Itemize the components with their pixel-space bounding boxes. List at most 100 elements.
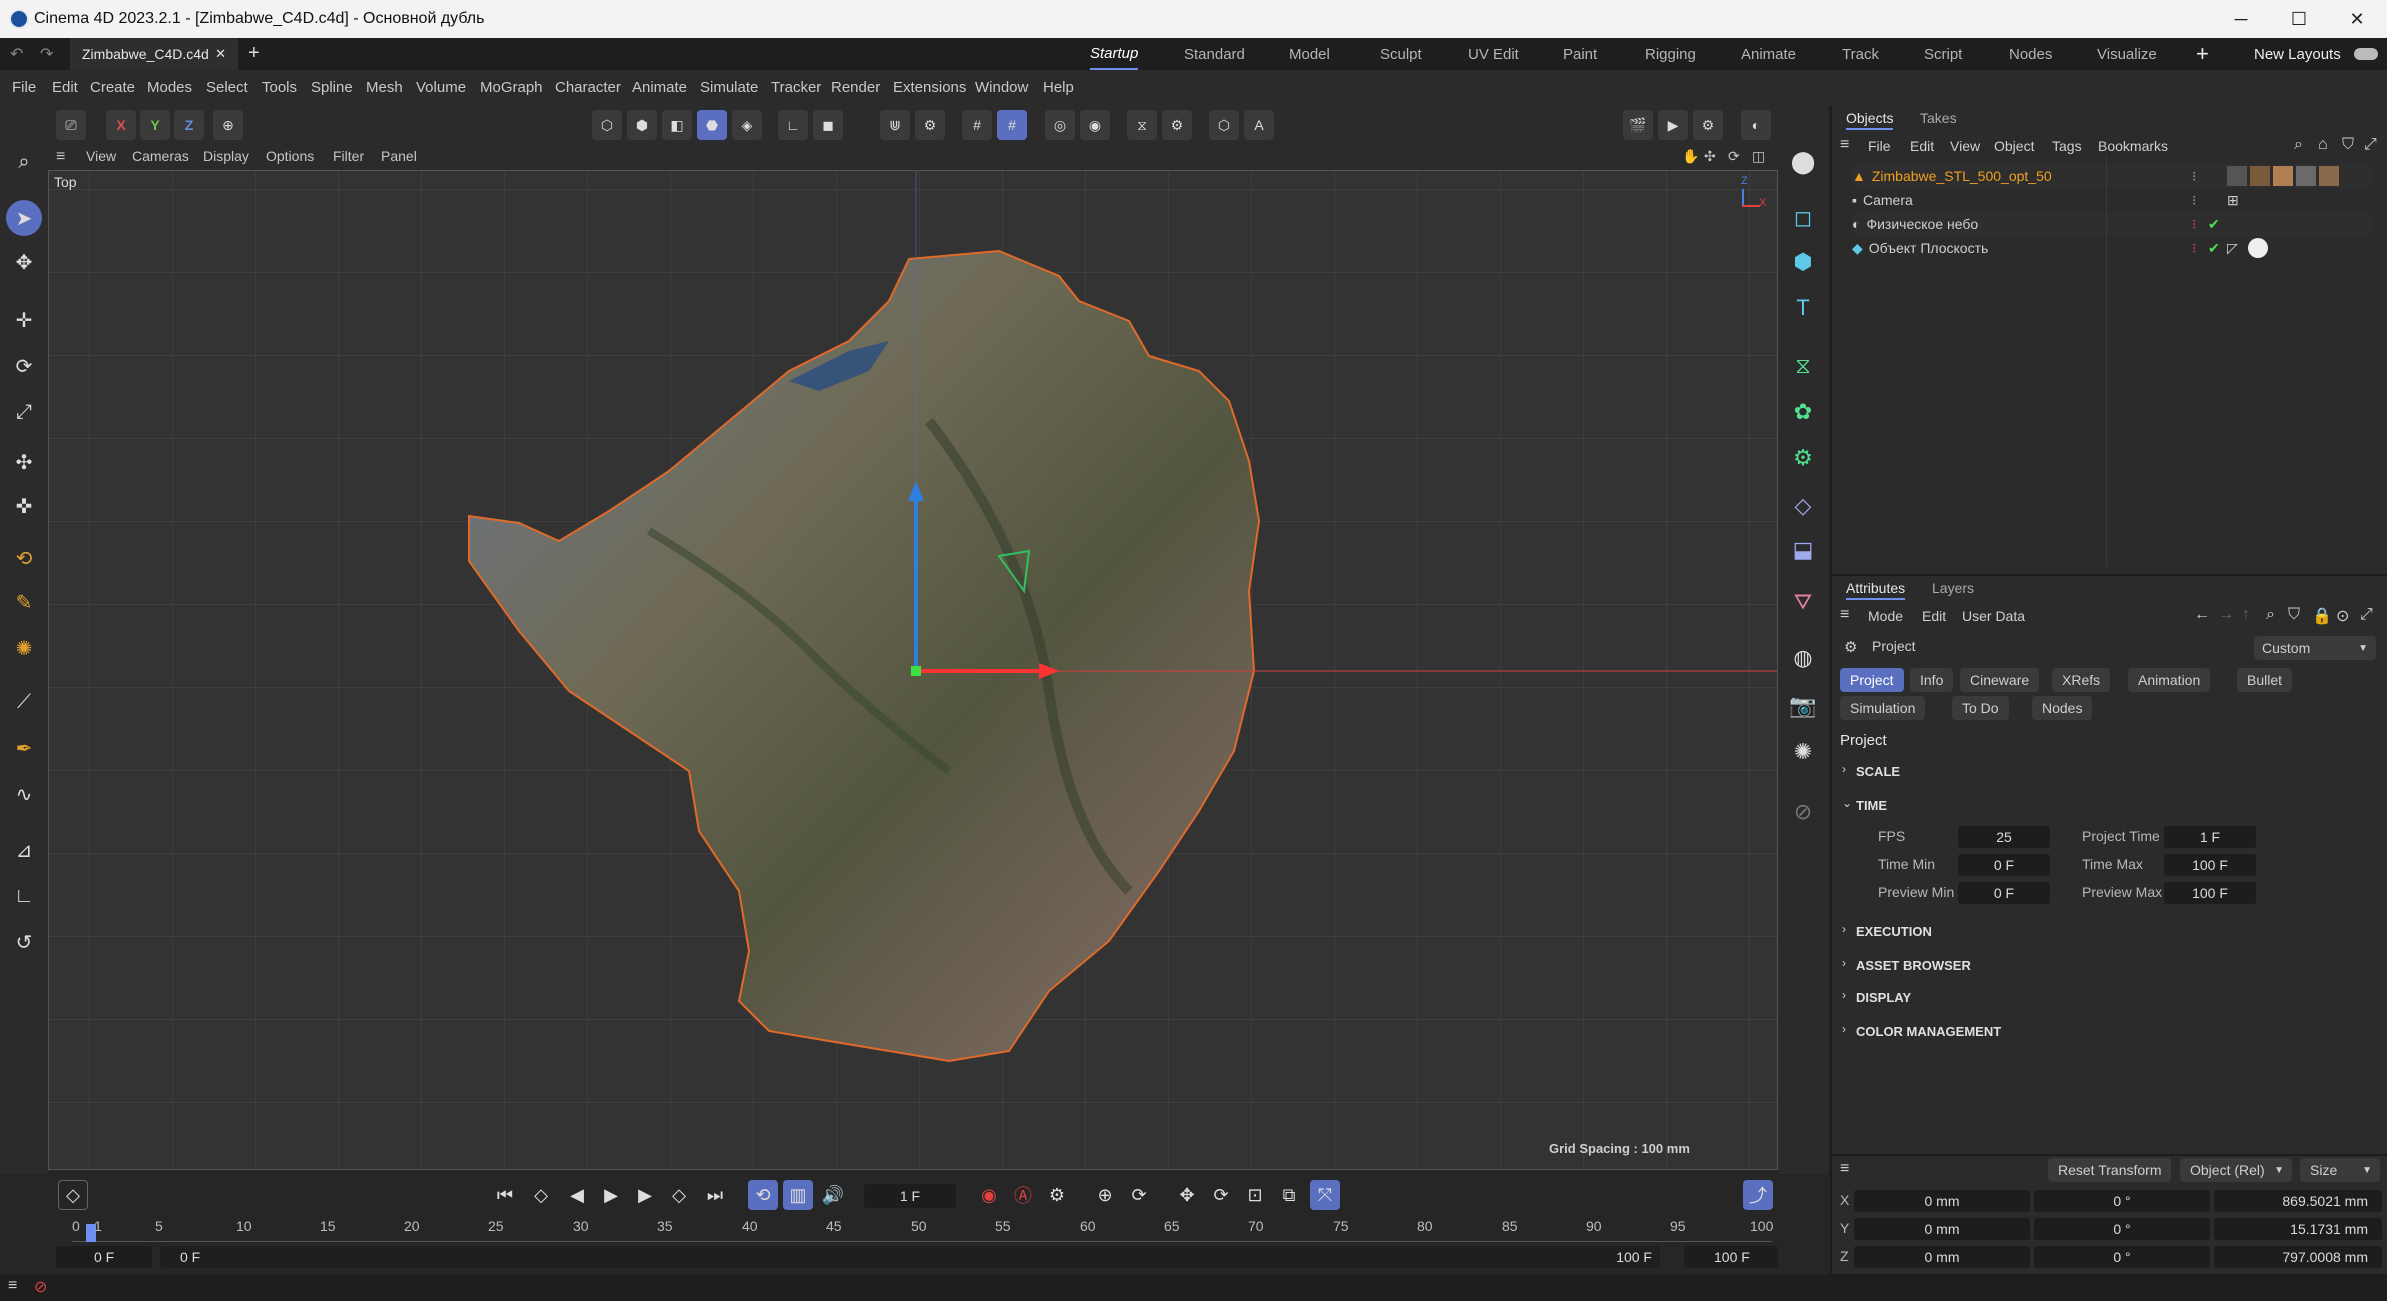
loop-icon[interactable]: ⟲ <box>748 1180 778 1210</box>
object-row-zimbabwe[interactable]: ▲ Zimbabwe_STL_500_opt_50 ⁝ <box>1852 164 2372 188</box>
record-icon[interactable]: ◉ <box>974 1180 1004 1210</box>
key-pla-icon[interactable]: ⊡ <box>1240 1180 1270 1210</box>
layout-tab-model[interactable]: Model <box>1289 38 1330 70</box>
objects-menu-object[interactable]: Object <box>1994 138 2034 154</box>
group-execution[interactable]: EXECUTION <box>1856 924 1932 939</box>
move-object-icon[interactable]: ✥ <box>6 244 42 280</box>
z-axis-toggle[interactable]: Z <box>174 110 204 140</box>
viewport-top[interactable]: Top Z X Grid Spacing : 100 mm <box>48 170 1778 1170</box>
move-icon[interactable]: ✛ <box>6 302 42 338</box>
render-queue-icon[interactable]: ⚙ <box>1693 110 1723 140</box>
material-tag-icon[interactable] <box>2250 166 2270 186</box>
effector-icon[interactable]: ⚙ <box>1785 440 1821 476</box>
interpolation-icon[interactable]: ⤧ <box>1310 1180 1340 1210</box>
maximize-button[interactable]: ☐ <box>2270 0 2328 38</box>
maximize-viewport-icon[interactable]: ◫ <box>1752 148 1765 165</box>
objects-expand-icon[interactable]: ⤢ <box>2364 136 2377 154</box>
viewport-menu-cameras[interactable]: Cameras <box>132 148 189 164</box>
subtab-to-do[interactable]: To Do <box>1952 696 2009 720</box>
model-mode-icon[interactable]: ⬣ <box>697 110 727 140</box>
group-display[interactable]: DISPLAY <box>1856 990 1911 1005</box>
viewport-hamburger-icon[interactable]: ≡ <box>56 148 65 166</box>
snap-settings-icon[interactable]: ⚙ <box>915 110 945 140</box>
play-icon[interactable]: ▶ <box>596 1180 626 1210</box>
viewport-menu-view[interactable]: View <box>86 148 116 164</box>
undo-icon[interactable]: ↶ <box>10 44 23 64</box>
magnet-brush-icon[interactable]: ⟲ <box>6 540 42 576</box>
snap-magnet-icon[interactable]: ⋓ <box>880 110 910 140</box>
layout-tab-visualize[interactable]: Visualize <box>2097 38 2157 70</box>
placement-icon[interactable]: ✜ <box>6 488 42 524</box>
redo-icon[interactable]: ↷ <box>40 44 53 64</box>
y-axis-toggle[interactable]: Y <box>140 110 170 140</box>
layout-toggle-switch[interactable] <box>2354 48 2378 60</box>
auto-solo-icon[interactable]: A <box>1244 110 1274 140</box>
text-spline-icon[interactable]: T <box>1785 290 1821 326</box>
timeline-toggle-icon[interactable]: ⧉ <box>1274 1180 1304 1210</box>
phong-tag-icon[interactable]: ◸ <box>2227 240 2238 257</box>
subtab-cineware[interactable]: Cineware <box>1960 668 2040 692</box>
material-tag-icon[interactable] <box>2273 166 2293 186</box>
current-frame-field[interactable]: 1 F <box>864 1184 956 1208</box>
menu-render[interactable]: Render <box>831 79 880 96</box>
group-color-management[interactable]: COLOR MANAGEMENT <box>1856 1024 2001 1039</box>
chevron-right-icon[interactable]: › <box>1842 922 1846 936</box>
add-tab-button[interactable]: + <box>248 42 260 65</box>
minimize-button[interactable]: ─ <box>2212 0 2270 38</box>
objects-menu-view[interactable]: View <box>1950 138 1980 154</box>
field-icon[interactable]: ⬓ <box>1785 532 1821 568</box>
points-mode-icon[interactable]: ⬡ <box>592 110 622 140</box>
preview-min-field[interactable]: 0 F <box>1958 882 2050 904</box>
layout-tab-paint[interactable]: Paint <box>1563 38 1597 70</box>
orbit-icon[interactable]: ⟳ <box>1728 148 1740 165</box>
zimbabwe-map-model[interactable] <box>49 171 1777 1169</box>
visibility-dots-icon[interactable]: ⁝ <box>2192 240 2196 257</box>
viewport-menu-panel[interactable]: Panel <box>381 148 417 164</box>
tweak-mode-icon[interactable]: ◼ <box>813 110 843 140</box>
group-scale[interactable]: SCALE <box>1856 764 1900 779</box>
object-row-camera[interactable]: ▪ Camera ⁝ ⊞ <box>1852 188 2239 212</box>
objects-menu-bookmarks[interactable]: Bookmarks <box>2098 138 2168 154</box>
layout-tab-animate[interactable]: Animate <box>1741 38 1796 70</box>
document-tab[interactable]: Zimbabwe_C4D.c4d ✕ <box>70 38 238 70</box>
coordinate-mode-dropdown[interactable]: Object (Rel) ▼ <box>2180 1158 2292 1182</box>
layout-tab-sculpt[interactable]: Sculpt <box>1380 38 1422 70</box>
subtab-nodes[interactable]: Nodes <box>2032 696 2093 720</box>
subtab-bullet[interactable]: Bullet <box>2237 668 2293 692</box>
preview-range-bar[interactable]: 0 F 100 F <box>160 1246 1660 1268</box>
object-row-sky[interactable]: ◐ Физическое небо ⁝ ✔ <box>1852 212 2372 236</box>
back-arrow-icon[interactable]: ← <box>2194 606 2210 624</box>
grid-snap-icon[interactable]: # <box>962 110 992 140</box>
enabled-check-icon[interactable]: ✔ <box>2208 216 2220 233</box>
dolly-icon[interactable]: ✣ <box>1704 148 1716 165</box>
subtab-info[interactable]: Info <box>1910 668 1954 692</box>
position-x-field[interactable]: 0 mm <box>1854 1190 2030 1212</box>
menu-volume[interactable]: Volume <box>416 79 466 96</box>
go-to-start-icon[interactable]: ⏮ <box>490 1180 520 1210</box>
coordinates-hamburger-icon[interactable]: ≡ <box>1840 1160 1849 1178</box>
keyframe-diamond-icon[interactable]: ◇ <box>58 1180 88 1210</box>
layout-tab-nodes[interactable]: Nodes <box>2009 38 2052 70</box>
objects-home-icon[interactable]: ⌂ <box>2318 136 2328 154</box>
rotation-x-field[interactable]: 0 ° <box>2034 1190 2210 1212</box>
status-error-icon[interactable]: ⊘ <box>34 1277 47 1297</box>
subtab-xrefs[interactable]: XRefs <box>2052 668 2111 692</box>
menu-mesh[interactable]: Mesh <box>366 79 403 96</box>
viewport-menu-options[interactable]: Options <box>266 148 314 164</box>
menu-animate[interactable]: Animate <box>632 79 687 96</box>
viewport-menu-filter[interactable]: Filter <box>333 148 364 164</box>
material-tag-icon[interactable] <box>2319 166 2339 186</box>
new-window-icon[interactable]: ⊙ <box>2336 606 2349 626</box>
attributes-menu-mode[interactable]: Mode <box>1868 608 1903 624</box>
fps-field[interactable]: 25 <box>1958 826 2050 848</box>
redshift-icon[interactable]: ◐ <box>1741 110 1771 140</box>
render-settings-icon[interactable]: ◉ <box>1080 110 1110 140</box>
chevron-right-icon[interactable]: › <box>1842 956 1846 970</box>
render-region-icon[interactable]: ◎ <box>1045 110 1075 140</box>
menu-edit[interactable]: Edit <box>52 79 78 96</box>
key-rotation-icon[interactable]: ⟳ <box>1124 1180 1154 1210</box>
objects-hamburger-icon[interactable]: ≡ <box>1840 136 1849 154</box>
menu-extensions[interactable]: Extensions <box>893 79 966 96</box>
menu-modes[interactable]: Modes <box>147 79 192 96</box>
pen-tool-icon[interactable]: ✒ <box>6 730 42 766</box>
